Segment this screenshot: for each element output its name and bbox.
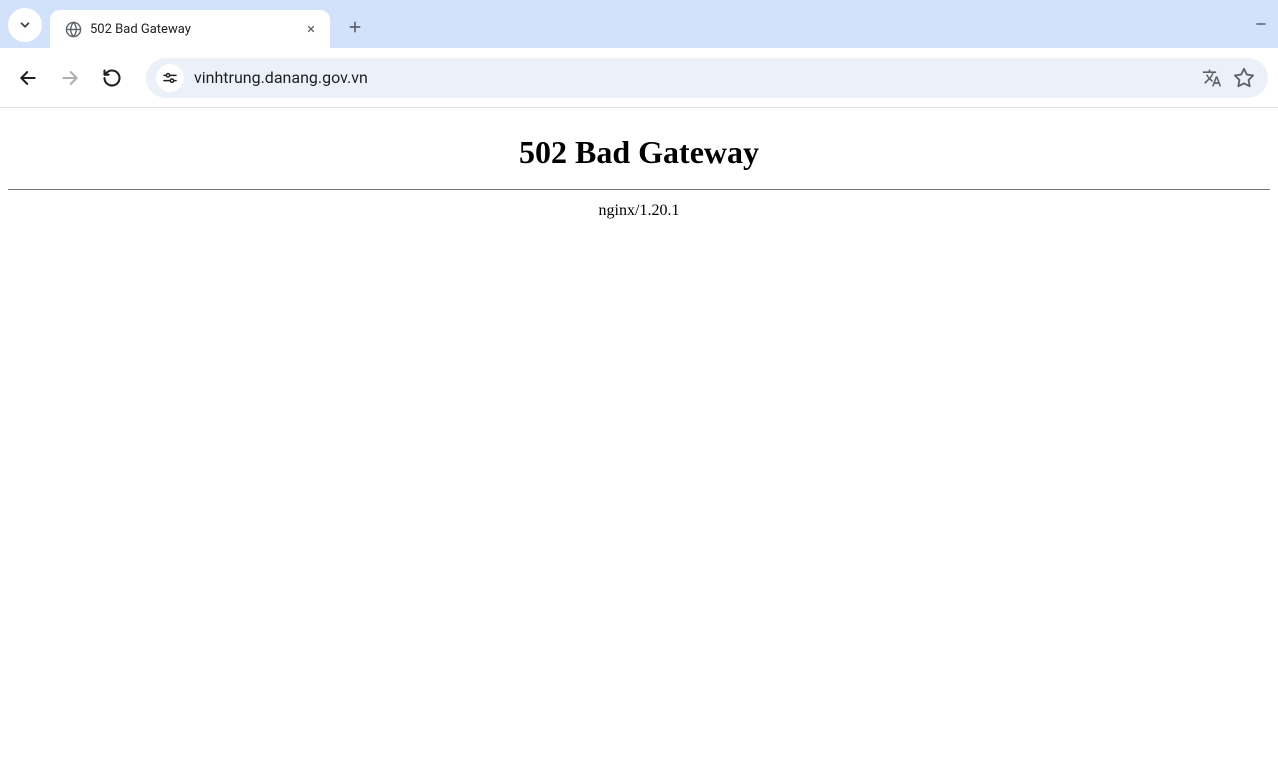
browser-toolbar: vinhtrung.danang.gov.vn xyxy=(0,48,1278,108)
server-info: nginx/1.20.1 xyxy=(8,202,1270,220)
window-controls xyxy=(1252,0,1270,48)
page-content: 502 Bad Gateway nginx/1.20.1 xyxy=(0,108,1278,228)
tab-strip: 502 Bad Gateway xyxy=(0,0,1278,48)
close-icon xyxy=(306,24,316,34)
search-tabs-button[interactable] xyxy=(8,8,42,42)
url-text: vinhtrung.danang.gov.vn xyxy=(194,68,1194,87)
translate-button[interactable] xyxy=(1198,64,1226,92)
new-tab-button[interactable] xyxy=(340,12,370,42)
address-bar[interactable]: vinhtrung.danang.gov.vn xyxy=(146,58,1268,98)
globe-icon xyxy=(64,20,82,38)
tune-icon xyxy=(162,70,178,86)
minimize-icon xyxy=(1254,17,1268,31)
star-icon xyxy=(1233,67,1255,89)
divider xyxy=(8,189,1270,190)
reload-button[interactable] xyxy=(94,60,130,96)
chevron-down-icon xyxy=(18,18,32,32)
close-tab-button[interactable] xyxy=(302,20,320,38)
translate-icon xyxy=(1202,68,1222,88)
plus-icon xyxy=(347,19,363,35)
back-button[interactable] xyxy=(10,60,46,96)
minimize-button[interactable] xyxy=(1252,15,1270,33)
browser-chrome: 502 Bad Gateway vinhtrung.dana xyxy=(0,0,1278,108)
forward-button[interactable] xyxy=(52,60,88,96)
site-info-button[interactable] xyxy=(156,64,184,92)
tab-title: 502 Bad Gateway xyxy=(90,22,302,37)
reload-icon xyxy=(102,68,122,88)
error-heading: 502 Bad Gateway xyxy=(8,134,1270,171)
bookmark-button[interactable] xyxy=(1230,64,1258,92)
arrow-right-icon xyxy=(60,68,80,88)
arrow-left-icon xyxy=(18,68,38,88)
browser-tab[interactable]: 502 Bad Gateway xyxy=(50,10,330,48)
